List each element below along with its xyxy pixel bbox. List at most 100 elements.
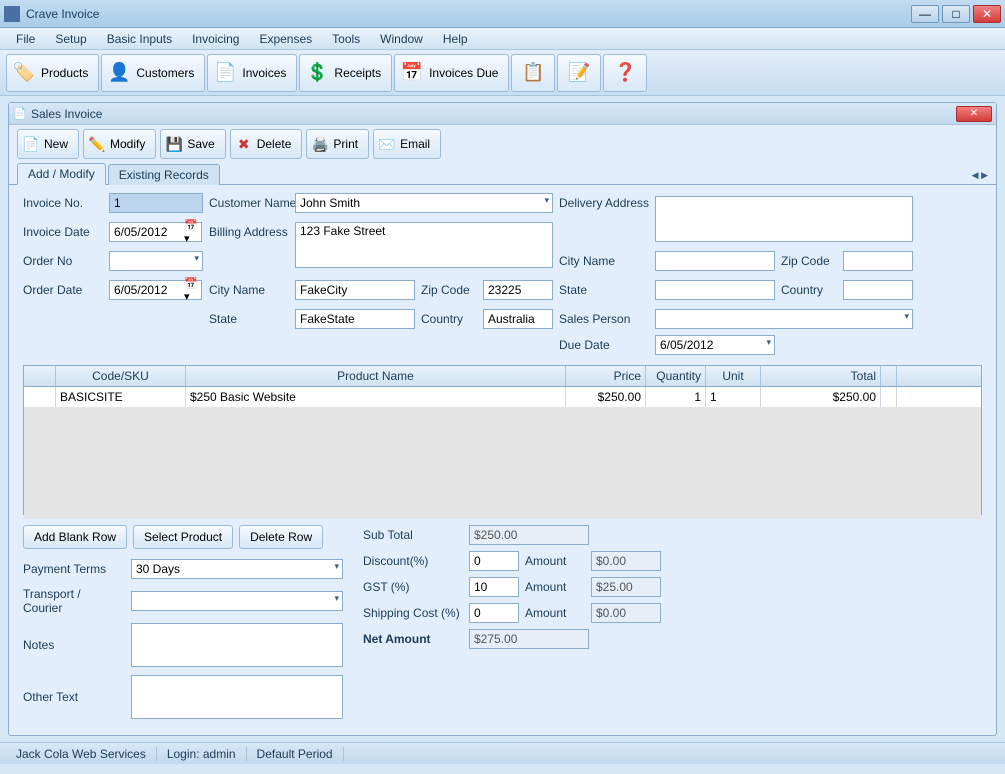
transport-select[interactable] — [131, 591, 343, 611]
cell-product[interactable]: $250 Basic Website — [186, 387, 566, 407]
discount-amount-value — [591, 551, 661, 571]
customer-name-label: Customer Name — [209, 196, 289, 210]
country-input[interactable] — [483, 309, 553, 329]
product-header[interactable]: Product Name — [186, 366, 566, 386]
maximize-button[interactable]: □ — [942, 5, 970, 23]
row-selector[interactable] — [24, 387, 56, 407]
city-input[interactable] — [295, 280, 415, 300]
tb-invoices[interactable]: 📄Invoices — [207, 54, 297, 92]
tb-form[interactable]: 📋 — [511, 54, 555, 92]
menu-tools[interactable]: Tools — [322, 29, 370, 49]
invoice-date-label: Invoice Date — [23, 225, 103, 239]
due-date-input[interactable] — [655, 335, 775, 355]
print-button[interactable]: 🖨️Print — [306, 129, 369, 159]
dstate-input[interactable] — [655, 280, 775, 300]
cell-total[interactable]: $250.00 — [761, 387, 881, 407]
minimize-button[interactable]: — — [911, 5, 939, 23]
unit-header[interactable]: Unit — [706, 366, 761, 386]
subtotal-label: Sub Total — [363, 528, 463, 542]
subwin-close-button[interactable]: ✕ — [956, 106, 992, 122]
invoice-date-input[interactable] — [109, 222, 202, 242]
discount-label: Discount(%) — [363, 554, 463, 568]
person-icon: 👤 — [106, 60, 132, 86]
modify-button[interactable]: ✏️Modify — [83, 129, 156, 159]
total-header[interactable]: Total — [761, 366, 881, 386]
help-icon: ❓ — [612, 60, 638, 86]
delete-row-button[interactable]: Delete Row — [239, 525, 323, 549]
sales-person-select[interactable] — [655, 309, 913, 329]
tab-nav-arrows[interactable]: ◀ ▶ — [972, 170, 988, 181]
dstate-label: State — [559, 283, 649, 297]
payment-terms-select[interactable] — [131, 559, 343, 579]
delete-button[interactable]: ✖Delete — [230, 129, 303, 159]
qty-header[interactable]: Quantity — [646, 366, 706, 386]
menu-file[interactable]: File — [6, 29, 45, 49]
tb-label: Products — [41, 66, 88, 80]
dcity-input[interactable] — [655, 251, 775, 271]
tb-edit[interactable]: 📝 — [557, 54, 601, 92]
billing-address-label: Billing Address — [209, 225, 289, 239]
invoice-no-input[interactable] — [109, 193, 203, 213]
menu-setup[interactable]: Setup — [45, 29, 96, 49]
transport-label: Transport / Courier — [23, 587, 123, 615]
gst-pct-input[interactable] — [469, 577, 519, 597]
gst-amount-label: Amount — [525, 580, 585, 594]
sub-toolbar: 📄New ✏️Modify 💾Save ✖Delete 🖨️Print ✉️Em… — [9, 125, 996, 163]
delivery-address-input[interactable] — [655, 196, 913, 242]
menu-window[interactable]: Window — [370, 29, 433, 49]
cell-code[interactable]: BASICSITE — [56, 387, 186, 407]
tb-products[interactable]: 🏷️Products — [6, 54, 99, 92]
cell-price[interactable]: $250.00 — [566, 387, 646, 407]
add-row-button[interactable]: Add Blank Row — [23, 525, 127, 549]
menu-invoicing[interactable]: Invoicing — [182, 29, 249, 49]
titlebar: Crave Invoice — □ ✕ — [0, 0, 1005, 28]
save-icon: 💾 — [165, 135, 183, 153]
status-login: Login: admin — [157, 747, 247, 761]
dcountry-label: Country — [781, 283, 837, 297]
tb-help[interactable]: ❓ — [603, 54, 647, 92]
product-grid: Code/SKU Product Name Price Quantity Uni… — [23, 365, 982, 515]
tab-existing-records[interactable]: Existing Records — [108, 164, 220, 185]
dzip-input[interactable] — [843, 251, 913, 271]
sales-person-label: Sales Person — [559, 312, 649, 326]
cell-qty[interactable]: 1 — [646, 387, 706, 407]
price-header[interactable]: Price — [566, 366, 646, 386]
tab-add-modify[interactable]: Add / Modify — [17, 163, 106, 185]
code-header[interactable]: Code/SKU — [56, 366, 186, 386]
discount-amount-label: Amount — [525, 554, 585, 568]
order-no-select[interactable] — [109, 251, 203, 271]
email-button[interactable]: ✉️Email — [373, 129, 441, 159]
menu-help[interactable]: Help — [433, 29, 478, 49]
form-panel: Invoice No. Customer Name Delivery Addre… — [9, 185, 996, 735]
print-icon: 🖨️ — [311, 135, 329, 153]
invoice-no-label: Invoice No. — [23, 196, 103, 210]
tb-customers[interactable]: 👤Customers — [101, 54, 205, 92]
billing-address-input[interactable] — [295, 222, 553, 268]
menu-expenses[interactable]: Expenses — [249, 29, 322, 49]
discount-pct-input[interactable] — [469, 551, 519, 571]
dollar-icon: 📄 — [212, 60, 238, 86]
state-input[interactable] — [295, 309, 415, 329]
scrollbar-header — [881, 366, 897, 386]
tb-invoices-due[interactable]: 📅Invoices Due — [394, 54, 509, 92]
save-button[interactable]: 💾Save — [160, 129, 225, 159]
other-text-input[interactable] — [131, 675, 343, 719]
tb-label: Invoices Due — [429, 66, 498, 80]
zip-input[interactable] — [483, 280, 553, 300]
customer-name-select[interactable] — [295, 193, 553, 213]
dcountry-input[interactable] — [843, 280, 913, 300]
shipping-pct-input[interactable] — [469, 603, 519, 623]
menu-basic-inputs[interactable]: Basic Inputs — [97, 29, 182, 49]
notes-label: Notes — [23, 638, 123, 652]
select-product-button[interactable]: Select Product — [133, 525, 233, 549]
delete-icon: ✖ — [235, 135, 253, 153]
cell-unit[interactable]: 1 — [706, 387, 761, 407]
table-row[interactable]: BASICSITE $250 Basic Website $250.00 1 1… — [24, 387, 981, 407]
notes-input[interactable] — [131, 623, 343, 667]
scrollbar-cell — [881, 387, 897, 407]
net-amount-value — [469, 629, 589, 649]
close-button[interactable]: ✕ — [973, 5, 1001, 23]
order-date-input[interactable] — [109, 280, 202, 300]
tb-receipts[interactable]: 💲Receipts — [299, 54, 392, 92]
new-button[interactable]: 📄New — [17, 129, 79, 159]
